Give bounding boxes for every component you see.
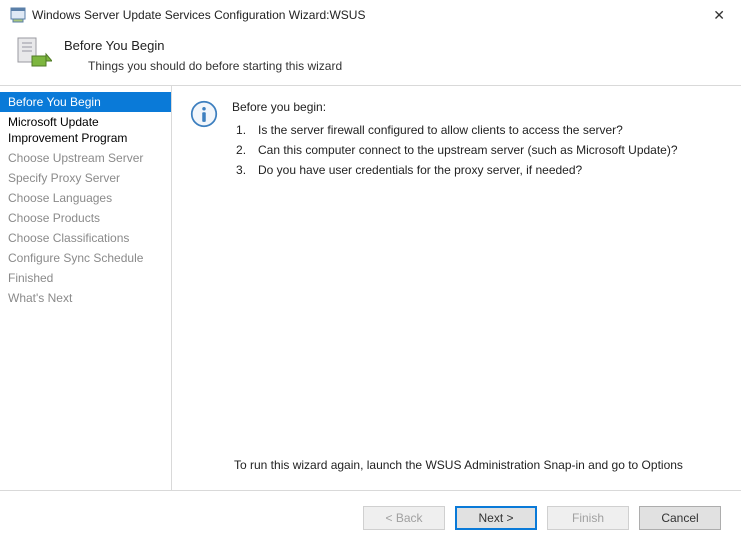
- wizard-step[interactable]: Before You Begin: [0, 92, 171, 112]
- next-button[interactable]: Next >: [455, 506, 537, 530]
- checklist-item: Do you have user credentials for the pro…: [232, 160, 678, 180]
- checklist: Is the server firewall configured to all…: [232, 120, 678, 180]
- app-icon: [10, 7, 26, 23]
- close-icon[interactable]: ✕: [707, 7, 731, 24]
- wizard-content: Before you begin: Is the server firewall…: [172, 86, 741, 490]
- wizard-step[interactable]: Specify Proxy Server: [0, 168, 171, 188]
- page-heading: Before You Begin: [64, 38, 342, 53]
- checklist-item: Is the server firewall configured to all…: [232, 120, 678, 140]
- button-row: < Back Next > Finish Cancel: [0, 490, 741, 544]
- wizard-step[interactable]: What's Next: [0, 288, 171, 308]
- content-lead: Before you begin:: [232, 100, 678, 114]
- info-icon: [190, 100, 218, 128]
- wizard-step[interactable]: Microsoft Update Improvement Program: [0, 112, 171, 148]
- wizard-step[interactable]: Choose Classifications: [0, 228, 171, 248]
- wizard-step[interactable]: Configure Sync Schedule: [0, 248, 171, 268]
- titlebar: Windows Server Update Services Configura…: [0, 0, 741, 28]
- wizard-step[interactable]: Choose Languages: [0, 188, 171, 208]
- page-subheading: Things you should do before starting thi…: [88, 59, 342, 73]
- finish-button[interactable]: Finish: [547, 506, 629, 530]
- back-button[interactable]: < Back: [363, 506, 445, 530]
- wizard-step[interactable]: Finished: [0, 268, 171, 288]
- wizard-header: Before You Begin Things you should do be…: [0, 28, 741, 86]
- window-title: Windows Server Update Services Configura…: [32, 8, 707, 22]
- header-icon: [12, 36, 52, 72]
- footer-note: To run this wizard again, launch the WSU…: [234, 458, 723, 480]
- wizard-step[interactable]: Choose Products: [0, 208, 171, 228]
- wizard-step[interactable]: Choose Upstream Server: [0, 148, 171, 168]
- wizard-steps-sidebar: Before You BeginMicrosoft Update Improve…: [0, 86, 172, 490]
- checklist-item: Can this computer connect to the upstrea…: [232, 140, 678, 160]
- cancel-button[interactable]: Cancel: [639, 506, 721, 530]
